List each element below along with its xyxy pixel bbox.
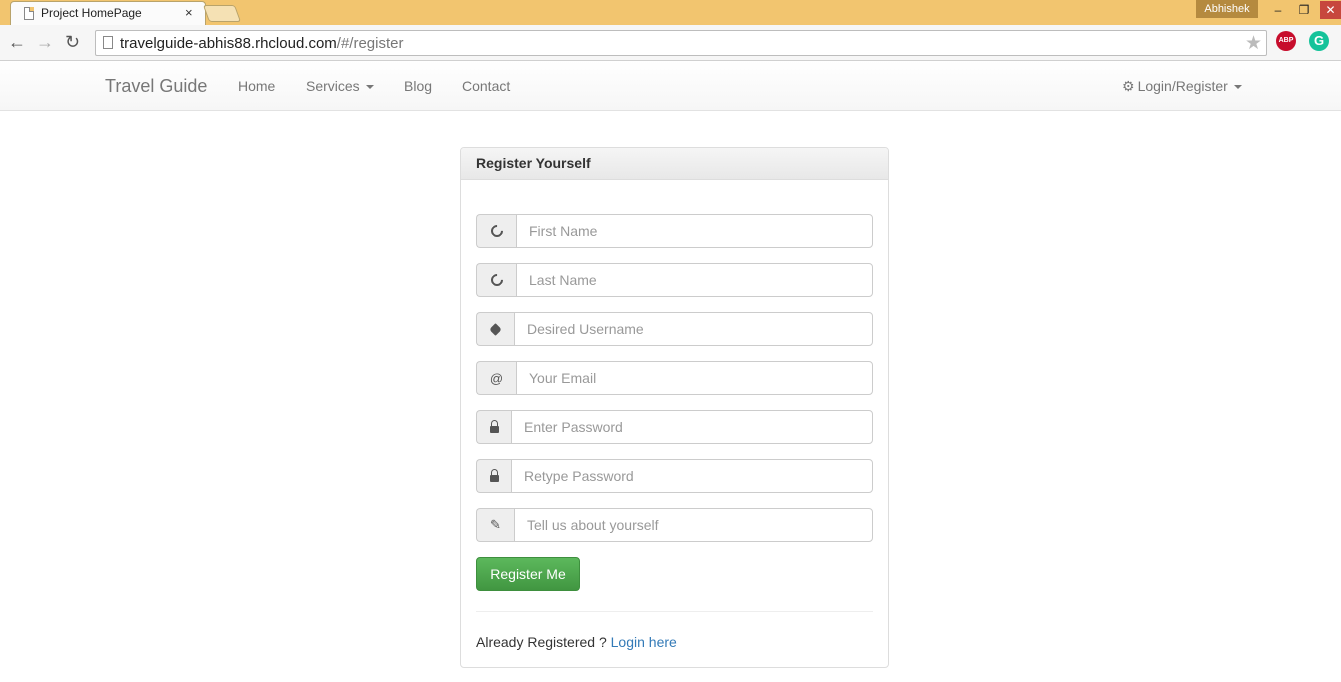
- bookmark-star-icon[interactable]: ★: [1245, 32, 1262, 55]
- forward-arrow-icon[interactable]: →: [36, 32, 54, 52]
- browser-toolbar: ← → ↻ travelguide-abhis88.rhcloud.com/#/…: [0, 25, 1341, 61]
- browser-tab[interactable]: Project HomePage ×: [10, 1, 206, 25]
- tab-close-icon[interactable]: ×: [185, 5, 193, 20]
- url-text: travelguide-abhis88.rhcloud.com/#/regist…: [120, 35, 404, 52]
- retype-password-group: [476, 459, 873, 493]
- adblock-plus-icon[interactable]: ABP: [1276, 31, 1296, 51]
- register-panel: Register Yourself @ ✎ Register Me Alread…: [460, 147, 889, 668]
- pencil-icon: ✎: [476, 508, 514, 542]
- about-input[interactable]: [514, 508, 873, 542]
- nav-contact-link[interactable]: Contact: [462, 78, 510, 94]
- at-icon: @: [476, 361, 516, 395]
- brand-link[interactable]: Travel Guide: [105, 76, 207, 97]
- maximize-button[interactable]: ❐: [1292, 1, 1316, 19]
- email-group: @: [476, 361, 873, 395]
- minimize-button[interactable]: ‒: [1266, 1, 1290, 19]
- password-input[interactable]: [511, 410, 873, 444]
- divider: [476, 611, 873, 612]
- first-name-group: [476, 214, 873, 248]
- profile-badge[interactable]: Abhishek: [1196, 0, 1258, 18]
- nav-blog-link[interactable]: Blog: [404, 78, 432, 94]
- about-group: ✎: [476, 508, 873, 542]
- grammarly-icon[interactable]: G: [1309, 31, 1329, 51]
- already-registered-text: Already Registered ? Login here: [476, 634, 677, 650]
- already-registered-label: Already Registered ?: [476, 634, 611, 650]
- reload-icon[interactable]: ↻: [65, 32, 80, 52]
- lock-icon: [476, 459, 511, 493]
- page-icon: [103, 36, 113, 49]
- retype-password-input[interactable]: [511, 459, 873, 493]
- last-name-input[interactable]: [516, 263, 873, 297]
- panel-title: Register Yourself: [476, 155, 591, 171]
- last-name-group: [476, 263, 873, 297]
- password-group: [476, 410, 873, 444]
- caret-down-icon: [365, 85, 374, 90]
- email-input[interactable]: [516, 361, 873, 395]
- panel-heading: Register Yourself: [461, 148, 888, 180]
- nav-home-link[interactable]: Home: [238, 78, 275, 94]
- tag-icon: [476, 312, 514, 346]
- username-input[interactable]: [514, 312, 873, 346]
- browser-titlebar: Project HomePage × Abhishek ‒ ❐ ✕: [0, 0, 1341, 25]
- new-tab-button[interactable]: [202, 5, 242, 22]
- register-button[interactable]: Register Me: [476, 557, 580, 591]
- tab-title: Project HomePage: [41, 6, 142, 20]
- address-bar[interactable]: travelguide-abhis88.rhcloud.com/#/regist…: [95, 30, 1267, 56]
- url-host: travelguide-abhis88.rhcloud.com: [120, 35, 337, 52]
- lock-icon: [476, 410, 511, 444]
- nav-login-register-label: Login/Register: [1137, 78, 1228, 94]
- back-arrow-icon[interactable]: ←: [8, 32, 26, 52]
- username-group: [476, 312, 873, 346]
- caret-down-icon: [1233, 85, 1242, 90]
- gear-icon: ⚙: [1122, 78, 1135, 94]
- site-navbar: Travel Guide Home Services Blog Contact …: [0, 61, 1341, 111]
- close-window-button[interactable]: ✕: [1320, 1, 1341, 19]
- nav-login-register-dropdown[interactable]: ⚙ Login/Register: [1122, 78, 1242, 95]
- first-name-input[interactable]: [516, 214, 873, 248]
- circle-notch-icon: [476, 263, 516, 297]
- nav-services-dropdown[interactable]: Services: [306, 78, 374, 94]
- page-icon: [24, 7, 34, 20]
- url-path: /#/register: [336, 35, 404, 52]
- nav-services-label: Services: [306, 78, 360, 94]
- login-here-link[interactable]: Login here: [611, 634, 677, 650]
- circle-notch-icon: [476, 214, 516, 248]
